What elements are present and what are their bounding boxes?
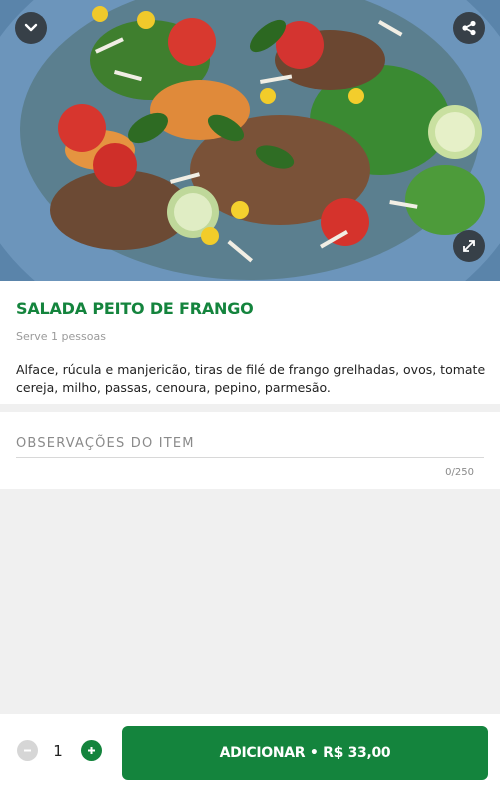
share-icon — [462, 20, 476, 36]
salad-illustration — [0, 0, 500, 281]
expand-image-button[interactable] — [453, 230, 485, 262]
decrease-quantity-button[interactable] — [17, 740, 38, 761]
add-to-cart-button[interactable]: ADICIONAR • R$ 33,00 — [122, 726, 488, 780]
product-description: Alface, rúcula e manjericão, tiras de fi… — [16, 362, 486, 395]
expand-icon — [463, 240, 475, 252]
share-button[interactable] — [453, 12, 485, 44]
product-title: SALADA PEITO DE FRANGO — [16, 299, 254, 318]
serves-text: Serve 1 pessoas — [16, 330, 106, 343]
plus-icon — [88, 747, 95, 754]
item-notes-underline — [16, 457, 484, 458]
collapse-button[interactable] — [15, 12, 47, 44]
product-image — [0, 0, 500, 281]
item-notes-label[interactable]: OBSERVAÇÕES DO ITEM — [16, 436, 195, 451]
item-notes-section[interactable]: OBSERVAÇÕES DO ITEM 0/250 — [0, 412, 500, 489]
quantity-value: 1 — [53, 742, 63, 760]
add-to-cart-bar: 1 ADICIONAR • R$ 33,00 — [0, 714, 500, 786]
minus-icon — [24, 749, 31, 752]
chevron-down-icon — [24, 23, 38, 32]
increase-quantity-button[interactable] — [81, 740, 102, 761]
product-info: SALADA PEITO DE FRANGO Serve 1 pessoas A… — [0, 281, 500, 404]
item-notes-counter: 0/250 — [445, 467, 474, 478]
